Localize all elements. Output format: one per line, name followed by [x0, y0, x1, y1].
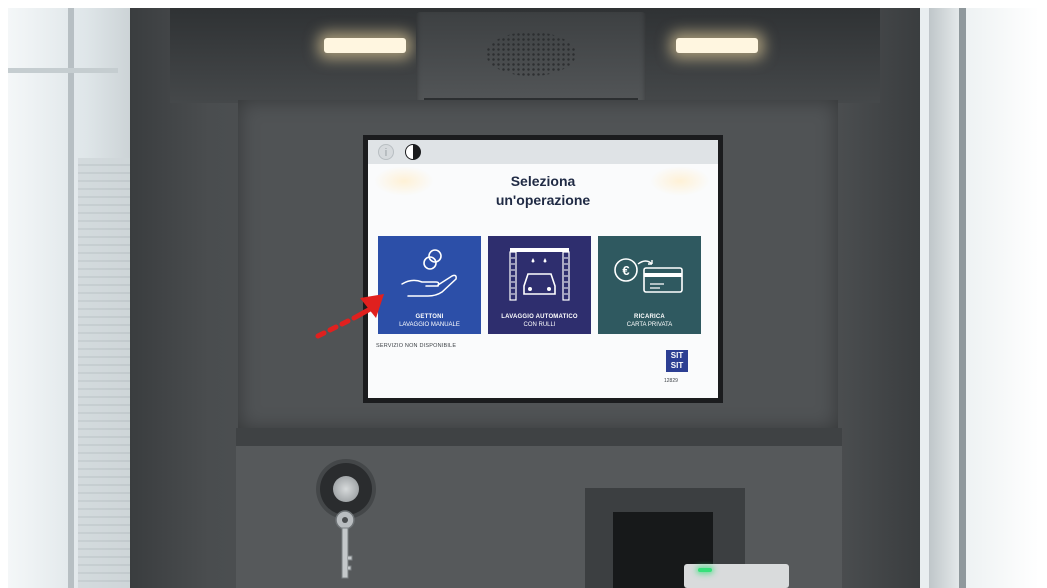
contrast-icon[interactable] — [405, 144, 421, 160]
tile-title: LAVAGGIO AUTOMATICO — [501, 314, 578, 320]
kiosk-photo: i Seleziona un'operazione GETTONI LAVAGG… — [8, 8, 1039, 588]
screen-top-bar: i — [368, 140, 718, 164]
tile-ricarica[interactable]: € RICARICA CARTA PRIVATA — [598, 236, 701, 334]
car-wash-icon — [509, 248, 570, 301]
tile-subtitle: CARTA PRIVATA — [626, 322, 673, 328]
ceiling-light-left — [324, 38, 406, 53]
terminal-number: 12829 — [664, 378, 678, 384]
kiosk-body: i Seleziona un'operazione GETTONI LAVAGG… — [130, 8, 920, 588]
card-reader — [684, 564, 789, 588]
page-title: Seleziona un'operazione — [368, 172, 718, 210]
title-line-1: Seleziona — [510, 173, 576, 189]
red-dotted-arrow-icon — [315, 294, 384, 339]
window-left — [8, 8, 138, 588]
euro-card-icon: € — [614, 258, 683, 293]
tile-title: RICARICA — [634, 314, 665, 320]
title-line-2: un'operazione — [495, 192, 591, 208]
speaker-grille — [416, 12, 646, 112]
key-icon — [335, 510, 355, 579]
reader-led — [698, 568, 712, 572]
tile-lavaggio-automatico[interactable]: LAVAGGIO AUTOMATICO CON RULLI — [488, 236, 591, 334]
svg-text:€: € — [622, 263, 629, 278]
info-icon[interactable]: i — [378, 144, 394, 160]
tile-subtitle: CON RULLI — [523, 322, 556, 328]
touch-screen: i Seleziona un'operazione GETTONI LAVAGG… — [363, 135, 723, 403]
sit-logo: SIT SIT — [666, 350, 688, 372]
ceiling-light-right — [676, 38, 758, 53]
window-blinds — [78, 158, 133, 588]
window-right — [929, 8, 1039, 588]
